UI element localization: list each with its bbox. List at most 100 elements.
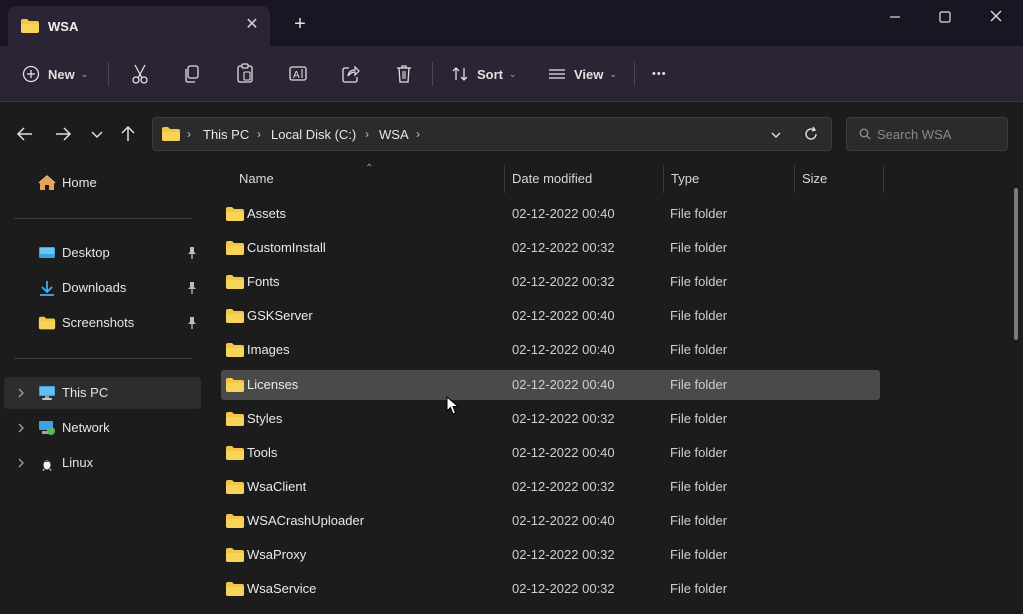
folder-icon xyxy=(226,479,244,494)
sidebar-item-downloads[interactable]: Downloads xyxy=(4,272,201,304)
pin-icon[interactable] xyxy=(186,246,198,260)
column-divider[interactable] xyxy=(663,165,664,193)
file-row[interactable]: Licenses 02-12-2022 00:40 File folder xyxy=(221,369,880,400)
breadcrumb-wsa[interactable]: WSA xyxy=(379,127,409,142)
breadcrumb-separator-icon: › xyxy=(365,127,369,141)
sidebar-item-linux[interactable]: Linux xyxy=(4,447,201,479)
search-input[interactable] xyxy=(877,124,1002,144)
address-bar[interactable]: › This PC › Local Disk (C:) › WSA › xyxy=(152,117,832,151)
folder-icon xyxy=(226,411,244,426)
new-label: New xyxy=(48,66,75,82)
breadcrumb-this-pc[interactable]: This PC xyxy=(203,127,249,142)
file-type: File folder xyxy=(670,478,728,494)
toolbar-divider xyxy=(432,62,433,86)
sidebar-item-label: Linux xyxy=(62,455,94,470)
file-type: File folder xyxy=(670,444,728,460)
file-name: WsaProxy xyxy=(247,547,307,562)
folder-icon xyxy=(226,548,244,562)
mouse-cursor-icon xyxy=(446,396,460,415)
sidebar-item-label: This PC xyxy=(62,385,109,400)
sort-button[interactable]: Sort ⌄ xyxy=(451,60,517,88)
copy-icon[interactable] xyxy=(182,60,202,88)
file-date-modified: 02-12-2022 00:40 xyxy=(512,444,615,460)
file-type: File folder xyxy=(670,342,728,358)
sidebar-item-network[interactable]: Network xyxy=(4,412,201,444)
up-arrow-icon[interactable] xyxy=(117,123,139,145)
folder-icon xyxy=(226,275,244,290)
file-row[interactable]: WsaService 02-12-2022 00:32 File folder xyxy=(221,574,880,604)
file-date-modified: 02-12-2022 00:40 xyxy=(512,512,615,528)
folder-icon xyxy=(162,127,180,141)
column-divider[interactable] xyxy=(883,165,884,193)
file-name: WsaService xyxy=(247,581,317,597)
rename-icon[interactable]: A xyxy=(288,60,308,88)
breadcrumb-separator-icon: › xyxy=(187,127,191,141)
maximize-icon[interactable] xyxy=(930,6,960,28)
sort-icon xyxy=(452,67,468,81)
column-divider[interactable] xyxy=(504,165,505,193)
refresh-icon[interactable] xyxy=(803,126,819,142)
more-options-button[interactable]: ••• xyxy=(652,60,667,88)
file-name: Licenses xyxy=(247,376,299,392)
file-date-modified: 02-12-2022 00:32 xyxy=(512,581,615,597)
tab-wsa[interactable]: WSA ✕ xyxy=(8,6,270,46)
folder-icon xyxy=(21,19,39,33)
folder-icon xyxy=(226,513,244,528)
new-button[interactable]: New ⌄ xyxy=(22,60,88,88)
view-button[interactable]: View ⌄ xyxy=(548,60,617,88)
file-row[interactable]: Assets 02-12-2022 00:40 File folder xyxy=(221,199,880,229)
close-window-icon[interactable] xyxy=(981,6,1011,28)
file-row[interactable]: CustomInstall 02-12-2022 00:32 File folder xyxy=(221,233,880,263)
sidebar-item-this-pc[interactable]: This PC xyxy=(4,377,201,409)
cut-icon[interactable] xyxy=(130,60,150,88)
minimize-icon[interactable] xyxy=(880,6,910,28)
file-row[interactable]: WsaProxy 02-12-2022 00:32 File folder xyxy=(221,540,880,570)
folder-icon xyxy=(38,316,56,330)
recent-locations-chevron-icon[interactable] xyxy=(86,123,108,145)
sidebar-item-screenshots[interactable]: Screenshots xyxy=(4,307,201,339)
file-row[interactable]: Styles 02-12-2022 00:32 File folder xyxy=(221,404,880,434)
chevron-down-icon[interactable] xyxy=(769,128,783,142)
search-icon xyxy=(859,128,871,140)
pin-icon[interactable] xyxy=(186,316,198,330)
column-divider[interactable] xyxy=(794,165,795,193)
sidebar-item-home[interactable]: Home xyxy=(4,167,201,199)
column-header-size[interactable]: Size xyxy=(802,171,827,186)
pin-icon[interactable] xyxy=(186,281,198,295)
file-type: File folder xyxy=(670,581,728,597)
file-row[interactable]: Tools 02-12-2022 00:40 File folder xyxy=(221,438,880,468)
file-row[interactable]: WsaClient 02-12-2022 00:32 File folder xyxy=(221,472,880,502)
column-header-name[interactable]: Name xyxy=(239,171,274,186)
file-type: File folder xyxy=(670,547,728,562)
share-icon[interactable] xyxy=(341,60,361,88)
file-date-modified: 02-12-2022 00:32 xyxy=(512,410,615,426)
chevron-right-icon[interactable] xyxy=(16,387,26,399)
sort-label: Sort xyxy=(477,66,503,82)
title-bar: WSA ✕ + xyxy=(0,0,1023,46)
column-header-date-modified[interactable]: Date modified xyxy=(512,171,592,186)
paste-icon[interactable] xyxy=(235,60,255,88)
file-row[interactable]: GSKServer 02-12-2022 00:40 File folder xyxy=(221,301,880,331)
chevron-right-icon[interactable] xyxy=(16,457,26,469)
file-row[interactable]: Fonts 02-12-2022 00:32 File folder xyxy=(221,267,880,297)
new-tab-button[interactable]: + xyxy=(290,14,310,34)
command-bar: New ⌄ A Sort ⌄ View ⌄ ••• xyxy=(0,46,1023,102)
forward-arrow-icon[interactable] xyxy=(52,123,74,145)
breadcrumb-local-disk[interactable]: Local Disk (C:) xyxy=(271,127,356,142)
file-type: File folder xyxy=(670,376,728,392)
home-icon xyxy=(38,175,56,190)
file-date-modified: 02-12-2022 00:40 xyxy=(512,308,615,324)
chevron-right-icon[interactable] xyxy=(16,422,26,434)
file-row[interactable]: Images 02-12-2022 00:40 File folder xyxy=(221,335,880,365)
back-arrow-icon[interactable] xyxy=(14,123,36,145)
file-date-modified: 02-12-2022 00:40 xyxy=(512,342,615,358)
file-date-modified: 02-12-2022 00:32 xyxy=(512,478,615,494)
sidebar-item-desktop[interactable]: Desktop xyxy=(4,237,201,269)
delete-icon[interactable] xyxy=(394,60,414,88)
column-header-type[interactable]: Type xyxy=(671,171,699,186)
close-tab-icon[interactable]: ✕ xyxy=(242,15,262,35)
search-box[interactable] xyxy=(846,117,1008,151)
network-icon xyxy=(39,421,55,435)
file-row[interactable]: WSACrashUploader 02-12-2022 00:40 File fol… xyxy=(221,506,880,536)
vertical-scrollbar[interactable] xyxy=(1014,188,1018,340)
